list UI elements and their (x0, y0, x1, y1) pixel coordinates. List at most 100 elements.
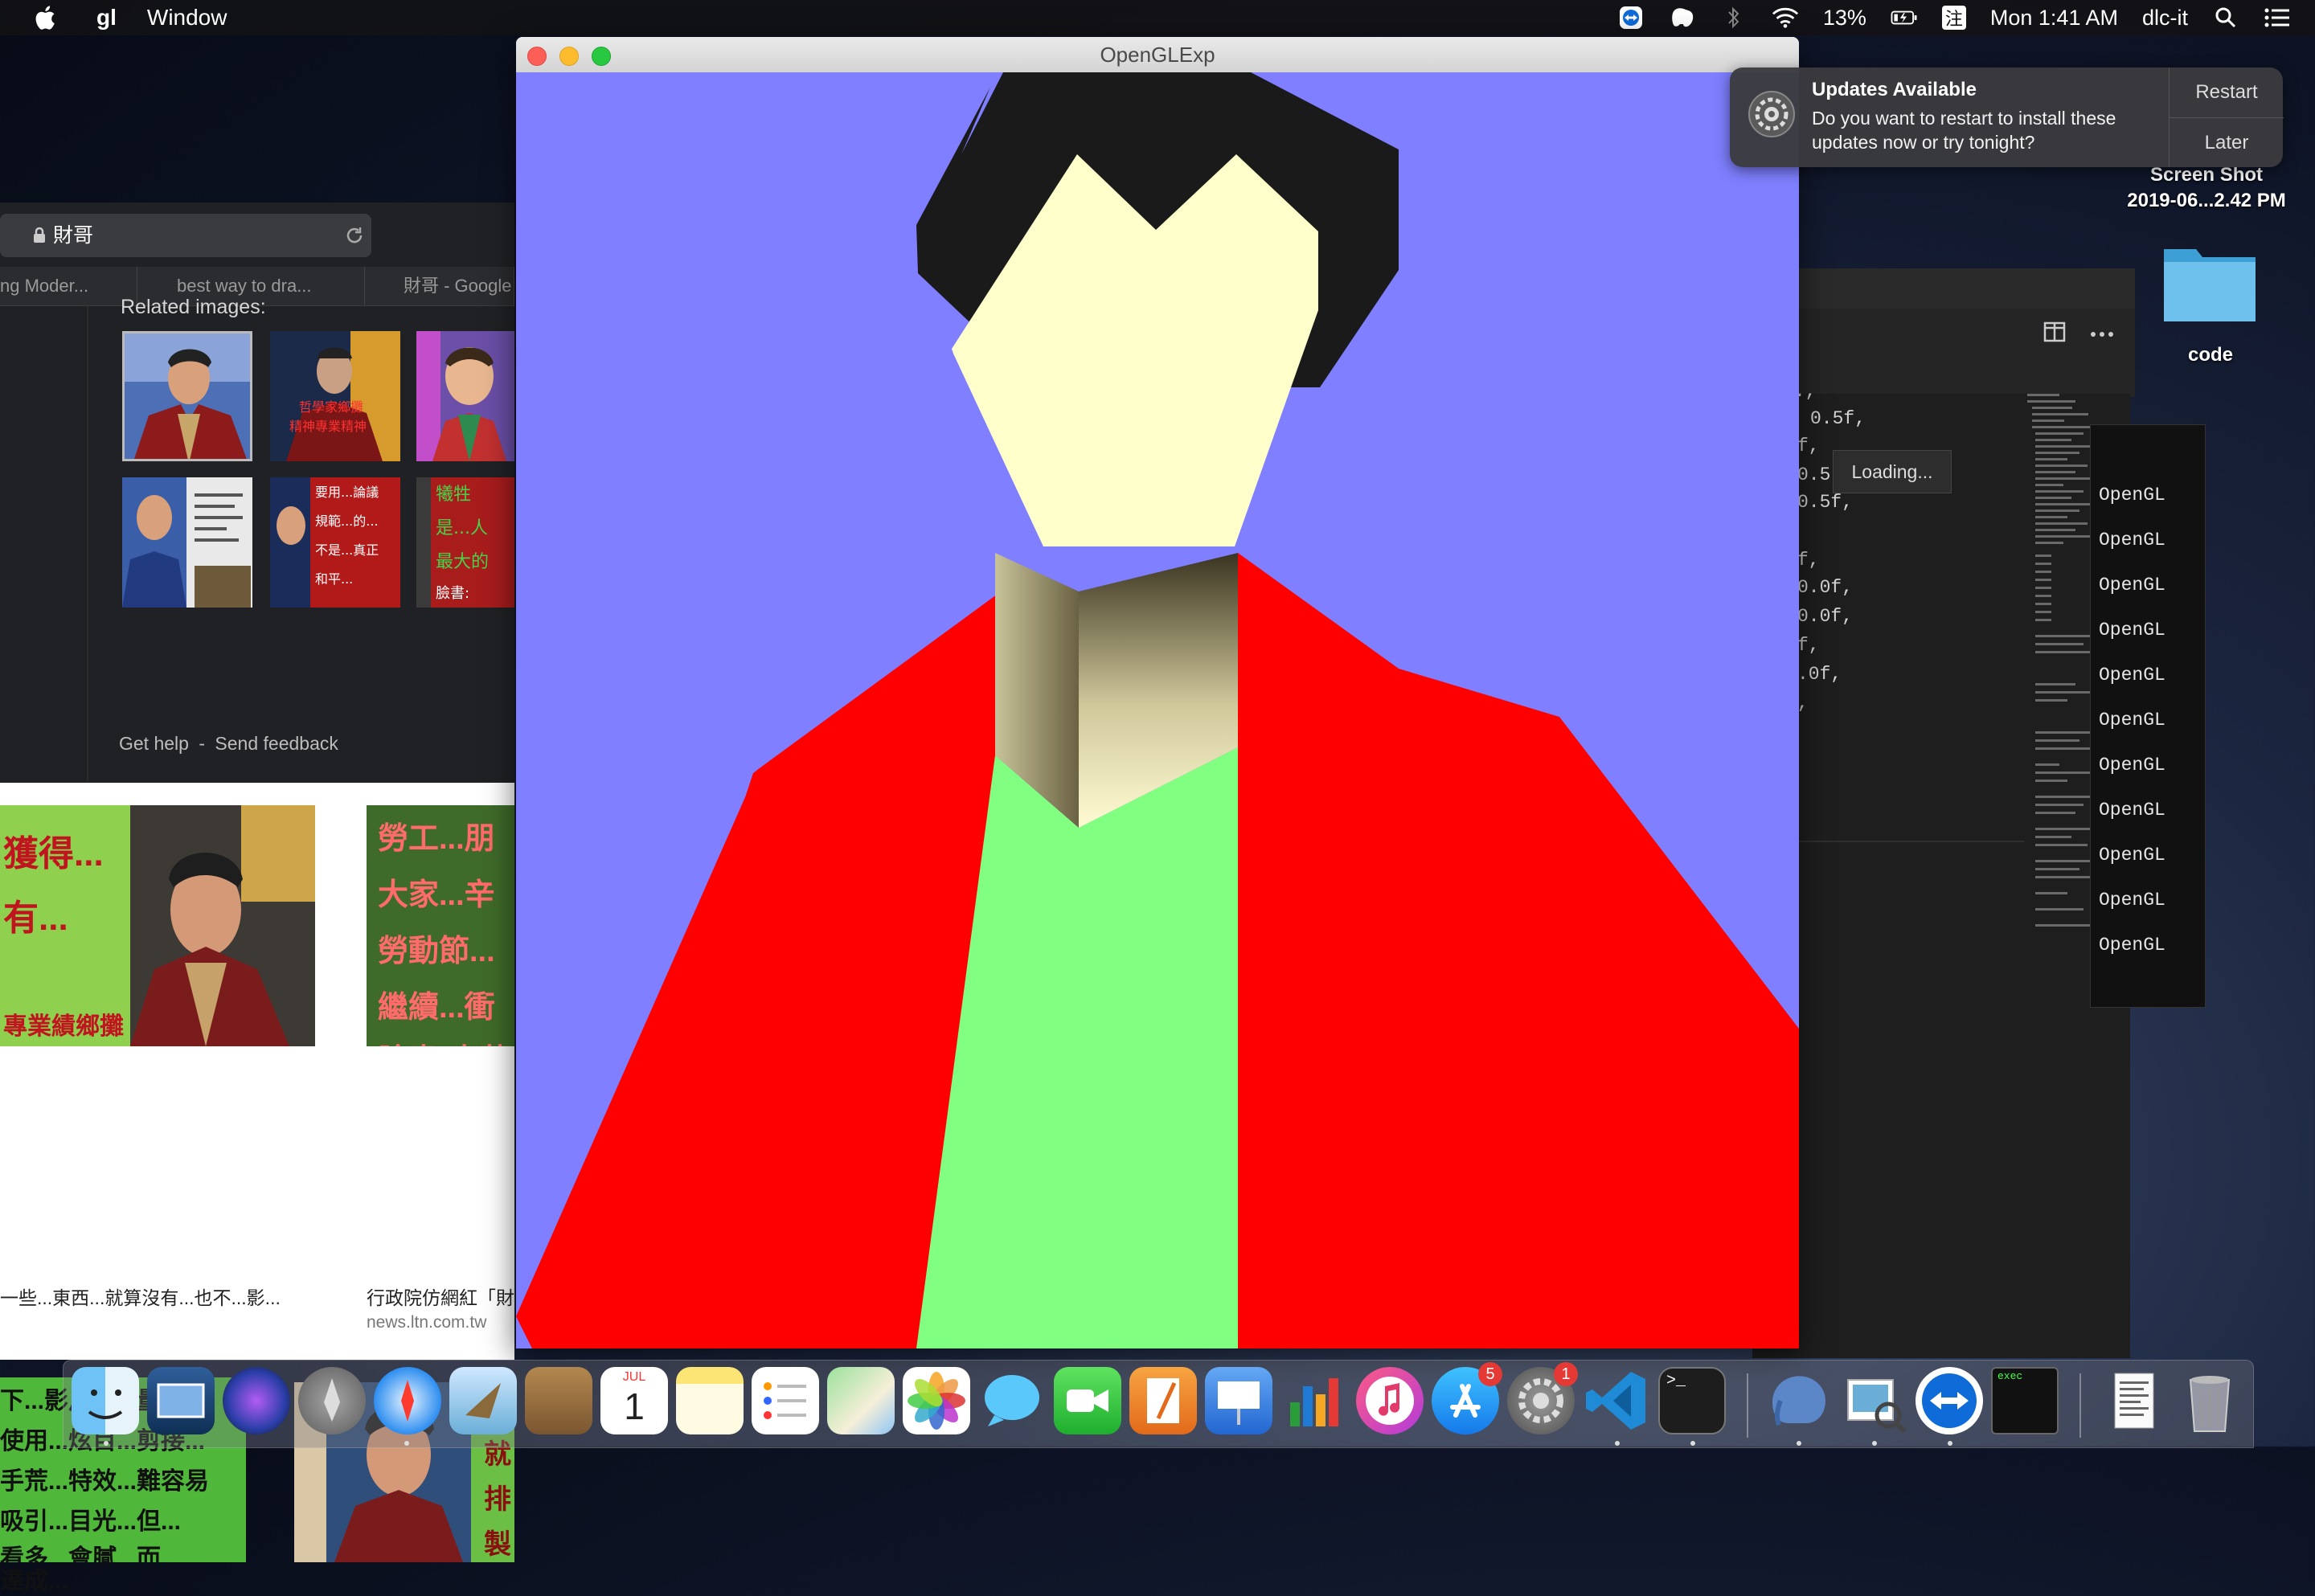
apple-menu-icon[interactable] (32, 4, 56, 31)
numbers-icon[interactable] (1280, 1367, 1348, 1434)
tab[interactable]: ng Moder... (0, 267, 137, 305)
help-links: Get help - Send feedback (119, 733, 338, 755)
terminal-line: OpenGL (2099, 665, 2165, 685)
software-update-notification[interactable]: Updates Available Do you want to restart… (1730, 68, 2284, 168)
get-help-link[interactable]: Get help (119, 733, 189, 754)
related-image-thumb[interactable]: 哲學家鄉攤精神專業精神 (270, 331, 400, 461)
related-image-thumb[interactable] (122, 331, 252, 461)
mission-control-icon[interactable] (147, 1367, 215, 1434)
facetime-icon[interactable] (1054, 1367, 1121, 1434)
card-overlay-text: 達成... (0, 1568, 69, 1594)
restart-button[interactable]: Restart (2170, 68, 2284, 117)
notes-icon[interactable] (676, 1367, 744, 1434)
bluetooth-icon[interactable] (1720, 6, 1748, 30)
code-line: f, (1797, 635, 1820, 656)
tab[interactable]: 財哥 - Google (367, 267, 514, 305)
image-result-caption[interactable]: 一些...東西...就算沒有...也不...影... (0, 1283, 315, 1310)
running-indicator (404, 1441, 409, 1446)
desktop-screenshot-file[interactable]: Screen Shot 2019-06...2.42 PM (2098, 162, 2315, 214)
address-bar[interactable]: 財哥 (0, 214, 371, 257)
terminal-line: OpenGL (2099, 530, 2165, 550)
wifi-icon[interactable] (1772, 6, 1799, 30)
notification-badge: 1 (1554, 1362, 1578, 1386)
siri-icon[interactable] (223, 1367, 290, 1434)
calendar-icon[interactable]: JUL 1 (600, 1367, 668, 1434)
split-editor-icon[interactable] (2043, 321, 2066, 342)
battery-charging-icon[interactable] (1891, 6, 1918, 30)
card-overlay-text: 勞動節... (378, 935, 495, 968)
card-overlay-text: 繼續...衝 (378, 991, 495, 1025)
itunes-icon[interactable] (1356, 1367, 1424, 1434)
system-preferences-dock-icon[interactable]: 1 (1507, 1362, 1578, 1434)
opengl-render-canvas[interactable] (516, 72, 1799, 1348)
svg-text:是...人: 是...人 (436, 518, 488, 538)
related-image-thumb[interactable]: 要用...論議 規範...的... 不是...真正 和平... (270, 477, 400, 608)
mail-icon[interactable] (449, 1367, 517, 1434)
contacts-icon[interactable] (525, 1367, 592, 1434)
running-indicator (1872, 1441, 1877, 1446)
terminal-window[interactable]: OpenGL OpenGL OpenGL OpenGL OpenGL OpenG… (2090, 424, 2206, 1008)
related-image-thumb[interactable]: 犧牲 是...人 最大的 臉書: (416, 477, 514, 608)
reminders-icon[interactable] (752, 1367, 819, 1434)
notification-center-icon[interactable] (2264, 6, 2291, 30)
keynote-icon[interactable] (1205, 1367, 1272, 1434)
code-folder-label[interactable]: code (2138, 344, 2283, 366)
finder-icon[interactable] (72, 1367, 139, 1434)
card-overlay-text: 專業績鄉攤 (3, 1013, 124, 1040)
app-store-icon[interactable]: 5 (1432, 1362, 1502, 1434)
svg-text:精神專業精神: 精神專業精神 (289, 419, 367, 434)
vscode-icon[interactable] (1583, 1367, 1650, 1434)
reload-icon[interactable] (344, 225, 365, 246)
evernote-icon[interactable] (1669, 6, 1696, 30)
messages-icon[interactable] (978, 1367, 1046, 1434)
running-indicator (1690, 1441, 1695, 1446)
input-method-icon[interactable]: 注 (1941, 6, 1966, 30)
image-result-card[interactable]: 獲得... 有... 專業績鄉攤 (0, 805, 315, 1046)
send-feedback-link[interactable]: Send feedback (215, 733, 338, 754)
image-result-card[interactable]: 勞工...朋 大家...辛 勞動節... 繼續...衝 臉書:中華 (367, 805, 514, 1046)
exec-icon[interactable]: exec (1991, 1367, 2059, 1434)
code-line: 0.5f, (1810, 408, 1866, 429)
lock-icon (34, 227, 45, 243)
code-line: 0.5 (1797, 464, 1831, 485)
card-overlay-text: 大家...辛 (378, 878, 495, 912)
teamviewer-icon[interactable] (1916, 1367, 1983, 1434)
pages-icon[interactable] (1129, 1367, 1197, 1434)
code-folder-icon[interactable] (2161, 241, 2259, 325)
address-text: 財哥 (53, 224, 94, 247)
image-result-caption[interactable]: 行政院仿網紅「財 (367, 1283, 514, 1310)
terminal-icon[interactable]: >_ (1658, 1367, 1726, 1434)
more-actions-icon[interactable] (2090, 331, 2114, 338)
tableplus-elephant-icon[interactable] (1764, 1367, 1832, 1434)
loading-tooltip: Loading... (1833, 450, 1952, 493)
window-title: OpenGLExp (1100, 43, 1215, 67)
window-titlebar[interactable]: OpenGLExp (516, 37, 1799, 73)
window-menu[interactable]: Window (147, 0, 227, 35)
photos-icon[interactable] (903, 1367, 970, 1434)
safari-icon[interactable] (374, 1367, 441, 1434)
related-image-thumb[interactable] (122, 477, 252, 608)
preview-icon[interactable] (1840, 1367, 1907, 1434)
divider (87, 307, 88, 781)
maps-icon[interactable] (827, 1367, 895, 1434)
running-indicator (1948, 1441, 1952, 1446)
notification-badge: 5 (1478, 1362, 1502, 1386)
dock-separator (2079, 1373, 2081, 1438)
svg-text:哲學家鄉攤: 哲學家鄉攤 (299, 399, 363, 415)
image-result-source[interactable]: news.ltn.com.tw (367, 1313, 486, 1332)
related-image-thumb[interactable] (416, 331, 514, 461)
svg-text:和平...: 和平... (315, 571, 353, 587)
later-button[interactable]: Later (2170, 117, 2284, 168)
launchpad-icon[interactable] (298, 1367, 366, 1434)
svg-text:要用...論議: 要用...論議 (315, 485, 379, 500)
app-menu[interactable]: gl (96, 0, 117, 35)
teamviewer-status-icon[interactable] (1617, 6, 1645, 30)
trash-icon[interactable] (2176, 1367, 2243, 1434)
user-menu[interactable]: dlc-it (2142, 6, 2188, 31)
terminal-line: OpenGL (2099, 755, 2165, 775)
exec-label: exec (1997, 1370, 2023, 1382)
spotlight-search-icon[interactable] (2212, 6, 2239, 30)
terminal-line: OpenGL (2099, 710, 2165, 730)
clock[interactable]: Mon 1:41 AM (1990, 6, 2118, 31)
document-icon[interactable] (2100, 1367, 2168, 1434)
